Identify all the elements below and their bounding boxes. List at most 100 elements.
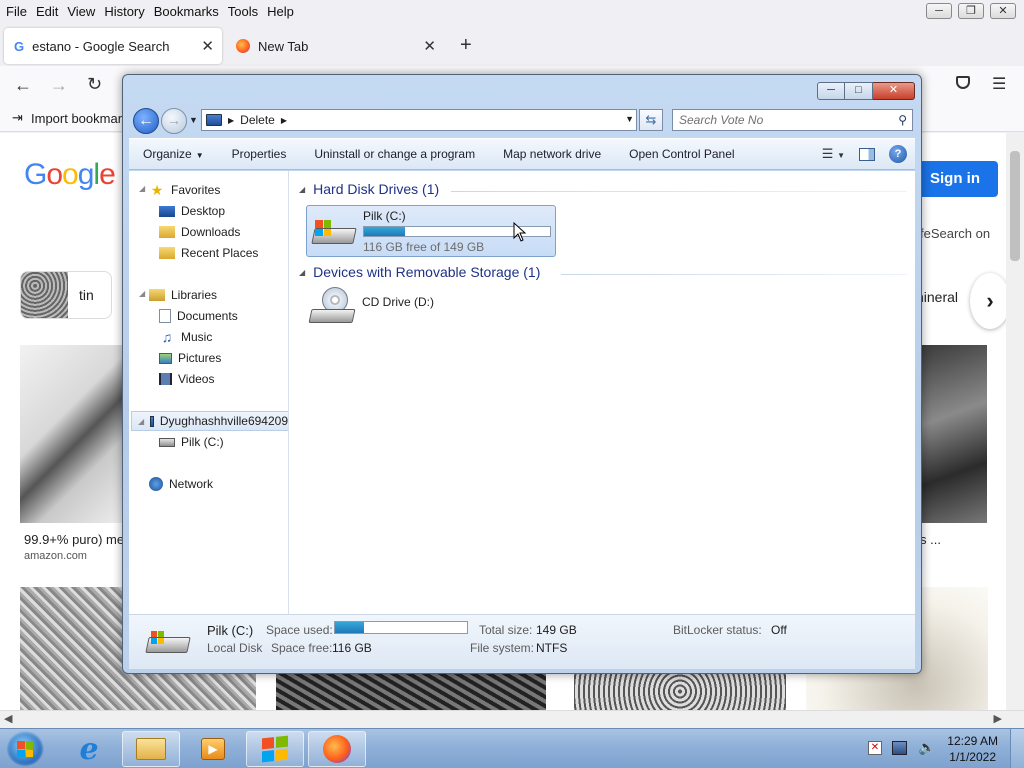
search-icon[interactable]: ⚲ xyxy=(898,113,907,127)
forward-arrow-icon[interactable]: → xyxy=(50,75,68,96)
expand-arrow-icon[interactable]: ◢ xyxy=(138,417,144,426)
scroll-right-icon[interactable]: ▶ xyxy=(994,712,1002,725)
taskbar-firefox[interactable] xyxy=(308,731,366,767)
group-header-hard-disks[interactable]: ◢ Hard Disk Drives (1) xyxy=(299,181,439,197)
menu-bookmarks[interactable]: Bookmarks xyxy=(148,4,219,19)
nav-favorites[interactable]: ★ Favorites xyxy=(149,180,221,200)
image-result-right[interactable] xyxy=(920,345,987,523)
close-button[interactable]: ✕ xyxy=(873,82,915,100)
breadcrumb-segment[interactable]: Delete xyxy=(240,113,275,127)
downloads-folder-icon xyxy=(159,226,175,238)
nav-documents[interactable]: Documents xyxy=(159,306,238,326)
hard-drive-icon xyxy=(159,437,175,447)
tab-close-icon[interactable]: ✕ xyxy=(201,37,214,55)
show-desktop-button[interactable] xyxy=(1010,729,1024,768)
taskbar: e ▶ ✕ 🔈 12:29 AM 1/1/2022 xyxy=(0,728,1024,768)
address-bar[interactable]: ▶ Delete ▶ ▼ xyxy=(201,109,637,131)
map-network-drive-button[interactable]: Map network drive xyxy=(489,147,615,161)
image-result-right-title[interactable]: s ... xyxy=(920,532,941,547)
firefox-close-button[interactable]: ✕ xyxy=(990,3,1016,19)
change-view-icon[interactable]: ☰ ▼ xyxy=(822,146,845,162)
nav-desktop[interactable]: Desktop xyxy=(159,201,225,221)
help-icon[interactable]: ? xyxy=(889,145,907,163)
image-result-title[interactable]: 99.9+% puro) met xyxy=(24,532,128,547)
collapse-arrow-icon[interactable]: ◢ xyxy=(299,268,305,277)
taskbar-computer[interactable] xyxy=(246,731,304,767)
preview-pane-icon[interactable] xyxy=(859,147,875,161)
organize-button[interactable]: Organize ▼ xyxy=(129,147,218,161)
pocket-icon[interactable] xyxy=(956,76,970,89)
taskbar-windows-explorer[interactable] xyxy=(122,731,180,767)
nav-network[interactable]: Network xyxy=(149,474,213,494)
breadcrumb-arrow-icon[interactable]: ▶ xyxy=(228,116,234,125)
back-arrow-icon[interactable]: ← xyxy=(14,75,32,96)
open-control-panel-button[interactable]: Open Control Panel xyxy=(615,147,748,161)
carousel-next-button[interactable]: › xyxy=(970,273,1010,329)
sign-in-button[interactable]: Sign in xyxy=(918,161,998,197)
nav-drive-c[interactable]: Pilk (C:) xyxy=(159,432,224,452)
expand-arrow-icon[interactable]: ◢ xyxy=(139,184,145,193)
taskbar-media-player[interactable]: ▶ xyxy=(184,731,242,767)
start-button[interactable] xyxy=(6,731,44,767)
hamburger-menu-icon[interactable]: ☰ xyxy=(992,74,1006,94)
reload-icon[interactable]: ↻ xyxy=(87,74,102,95)
maximize-button[interactable]: □ xyxy=(845,82,873,100)
menu-help[interactable]: Help xyxy=(261,4,294,19)
expand-arrow-icon[interactable]: ◢ xyxy=(139,289,145,298)
import-bookmarks-link[interactable]: Import bookmark xyxy=(31,111,129,126)
menu-file[interactable]: File xyxy=(0,4,27,19)
refresh-button[interactable]: ⇆ xyxy=(639,109,663,131)
scroll-left-icon[interactable]: ◀ xyxy=(4,712,12,725)
tab-google-search[interactable]: G estano - Google Search ✕ xyxy=(4,28,222,64)
tab-new-tab[interactable]: New Tab ✕ xyxy=(226,28,444,64)
page-horizontal-scrollbar[interactable]: ◀ ▶ xyxy=(0,710,1024,728)
nav-downloads[interactable]: Downloads xyxy=(159,222,240,242)
image-result-granules[interactable] xyxy=(276,673,546,710)
tab-close-icon[interactable]: ✕ xyxy=(423,37,436,55)
minimize-button[interactable]: ─ xyxy=(817,82,845,100)
nav-music[interactable]: ♫ Music xyxy=(159,327,213,347)
taskbar-internet-explorer[interactable]: e xyxy=(60,731,118,767)
related-chip-mineral[interactable]: nineral xyxy=(916,289,958,305)
menu-view[interactable]: View xyxy=(61,4,95,19)
address-dropdown-icon[interactable]: ▼ xyxy=(625,114,634,124)
related-chip-tin[interactable]: tin xyxy=(20,271,112,319)
new-tab-plus-icon[interactable]: + xyxy=(460,34,472,57)
properties-button[interactable]: Properties xyxy=(218,147,301,161)
search-input[interactable]: Search Vote No ⚲ xyxy=(672,109,913,131)
menu-edit[interactable]: Edit xyxy=(30,4,58,19)
menu-tools[interactable]: Tools xyxy=(222,4,258,19)
nav-label: Music xyxy=(181,330,213,344)
space-free-value: 116 GB xyxy=(332,641,372,655)
nav-recent-places[interactable]: Recent Places xyxy=(159,243,258,263)
back-arrow-icon[interactable]: ← xyxy=(133,108,159,134)
window-caption-buttons: ─ □ ✕ xyxy=(817,82,915,100)
google-logo[interactable]: Google xyxy=(24,158,116,192)
safesearch-label[interactable]: feSearch on xyxy=(920,226,990,241)
group-header-removable[interactable]: ◢ Devices with Removable Storage (1) xyxy=(299,264,540,280)
image-result-pellets[interactable] xyxy=(574,673,786,710)
nav-libraries[interactable]: Libraries xyxy=(149,285,217,305)
menu-history[interactable]: History xyxy=(98,4,144,19)
nav-label: Documents xyxy=(177,309,238,323)
nav-videos[interactable]: Videos xyxy=(159,369,214,389)
image-result-ingot[interactable] xyxy=(20,345,124,523)
page-vertical-scrollbar[interactable] xyxy=(1006,133,1024,710)
uninstall-program-button[interactable]: Uninstall or change a program xyxy=(300,147,489,161)
nav-computer[interactable]: ◢ Dyughhashhville694209 xyxy=(131,411,288,431)
clock-time: 12:29 AM xyxy=(947,734,998,748)
action-center-flag-icon[interactable]: ✕ xyxy=(868,741,882,755)
forward-arrow-icon[interactable]: → xyxy=(161,108,187,134)
cd-drive-d-tile[interactable]: CD Drive (D:) xyxy=(306,285,556,325)
volume-icon[interactable]: 🔈 xyxy=(918,739,935,756)
firefox-minimize-button[interactable]: ─ xyxy=(926,3,952,19)
collapse-arrow-icon[interactable]: ◢ xyxy=(299,185,305,194)
firefox-tabbar: G estano - Google Search ✕ New Tab ✕ + xyxy=(0,22,1024,66)
network-tray-icon[interactable] xyxy=(892,741,907,755)
clock[interactable]: 12:29 AM 1/1/2022 xyxy=(947,733,998,765)
nav-pictures[interactable]: Pictures xyxy=(159,348,221,368)
recent-pages-chevron-icon[interactable]: ▼ xyxy=(189,115,198,125)
libraries-icon xyxy=(149,289,165,301)
firefox-restore-button[interactable]: ❐ xyxy=(958,3,984,19)
breadcrumb-arrow-icon[interactable]: ▶ xyxy=(281,116,287,125)
